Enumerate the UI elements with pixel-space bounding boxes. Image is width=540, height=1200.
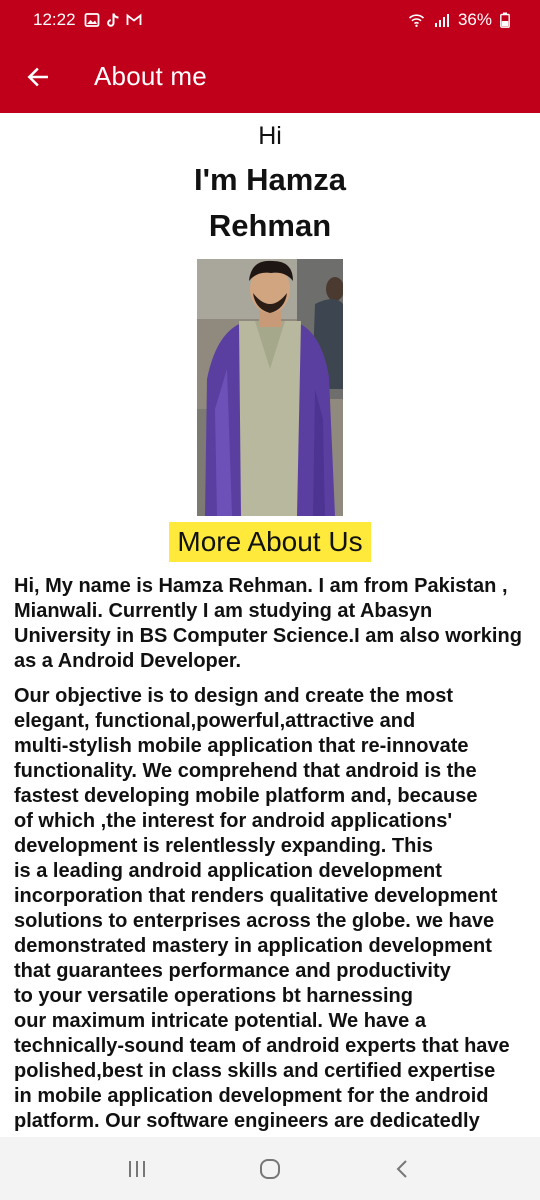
home-icon <box>259 1158 280 1179</box>
gallery-icon <box>84 13 99 27</box>
more-about-us-button[interactable]: More About Us <box>169 522 371 562</box>
battery-icon <box>500 12 510 28</box>
recents-button[interactable] <box>107 1144 167 1194</box>
profile-name: I'm Hamza Rehman <box>193 162 347 243</box>
home-button[interactable] <box>240 1144 300 1194</box>
objective-paragraph: Our objective is to design and create th… <box>14 685 510 1137</box>
greeting-text: Hi <box>258 122 282 150</box>
back-button[interactable] <box>8 47 68 107</box>
signal-icon <box>434 14 449 27</box>
wifi-icon <box>408 14 425 27</box>
recents-icon <box>128 1160 145 1177</box>
tiktok-icon <box>106 13 119 27</box>
more-wrap: More About Us <box>0 522 540 562</box>
profile-photo <box>197 259 343 516</box>
app-bar: About me <box>0 40 540 113</box>
notification-icons <box>84 12 142 28</box>
page-title: About me <box>94 61 207 91</box>
back-icon <box>396 1159 408 1178</box>
back-arrow-icon <box>27 67 48 86</box>
status-bar: 12:22 36% <box>0 0 540 40</box>
system-nav-bar <box>0 1137 540 1200</box>
battery-percent: 36% <box>457 10 492 29</box>
intro-paragraph: Hi, My name is Hamza Rehman. I am from P… <box>14 575 522 672</box>
status-left: 12:22 <box>33 10 142 30</box>
nav-back-button[interactable] <box>373 1144 433 1194</box>
status-right: 36% <box>407 10 510 30</box>
about-content[interactable]: Hi I'm Hamza Rehman More About Us Hi, My… <box>0 113 540 1137</box>
status-time: 12:22 <box>33 10 76 29</box>
gmail-icon <box>126 13 141 25</box>
